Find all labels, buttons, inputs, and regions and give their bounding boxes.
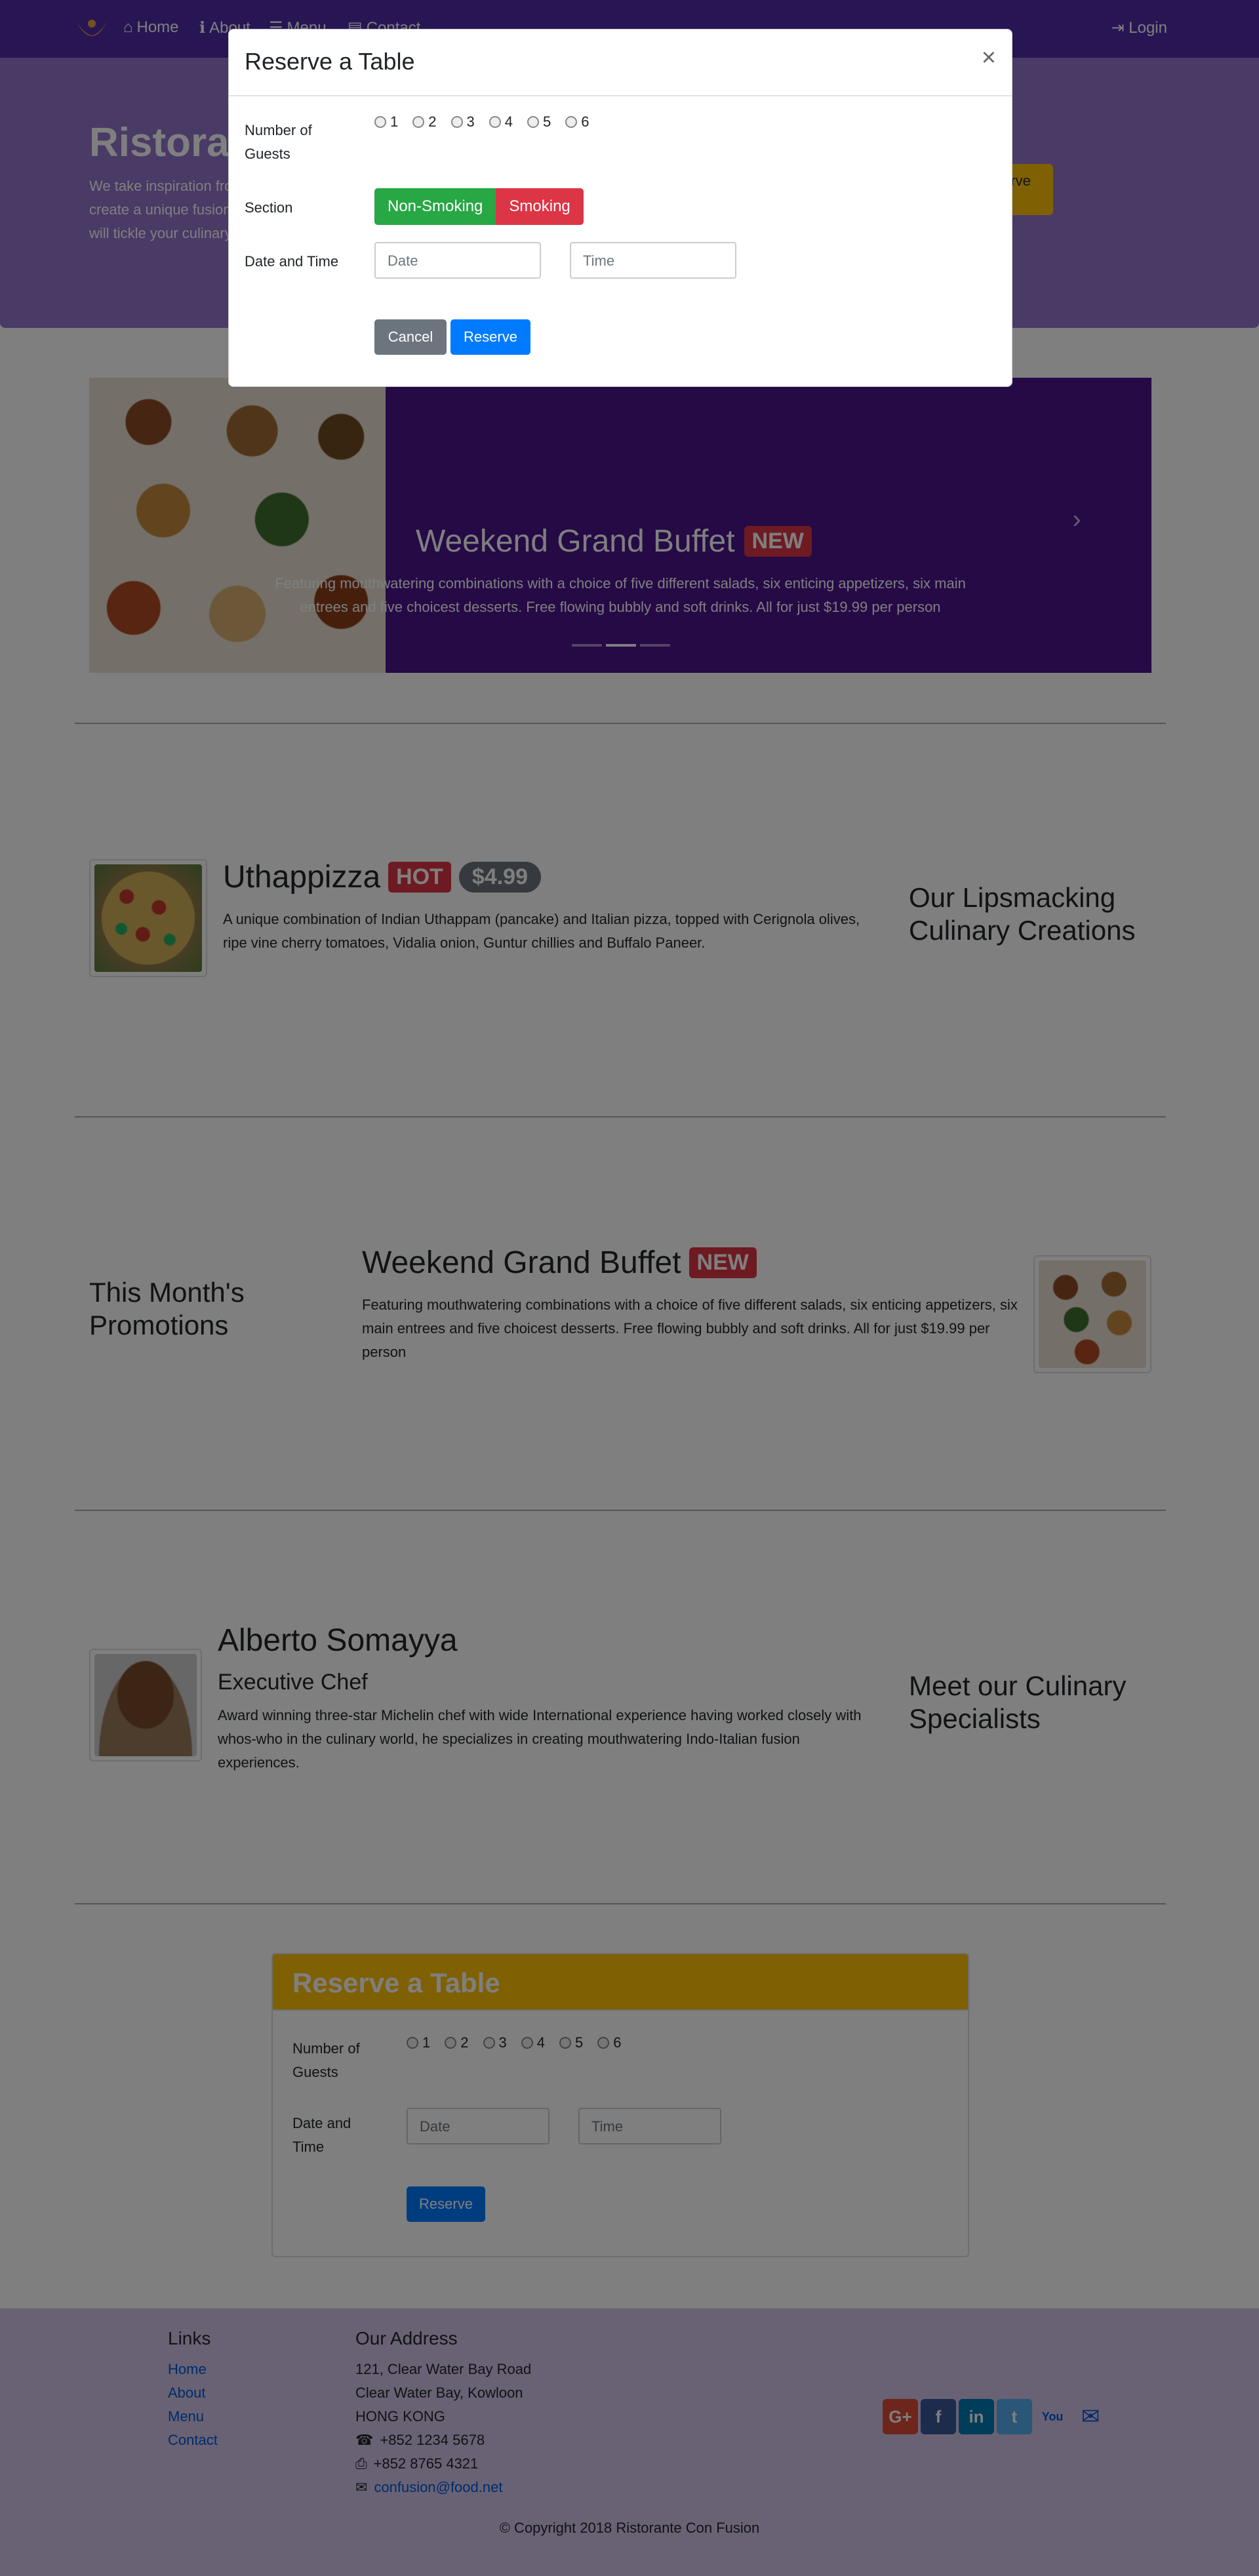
modal-reserve-button[interactable]: Reserve bbox=[450, 319, 530, 355]
radio-icon bbox=[489, 116, 501, 128]
modal-guest-radio-1[interactable]: 1 bbox=[374, 113, 398, 131]
modal-guest-radio-2[interactable]: 2 bbox=[412, 113, 437, 131]
close-icon[interactable]: × bbox=[982, 44, 996, 72]
modal-guest-radio-4[interactable]: 4 bbox=[489, 113, 513, 131]
modal-guests-label: Number of Guests bbox=[245, 122, 312, 162]
radio-icon bbox=[527, 116, 539, 128]
radio-icon bbox=[565, 116, 578, 128]
modal-cancel-button[interactable]: Cancel bbox=[374, 319, 447, 355]
modal-guests-radio-group: 1 2 3 4 5 6 bbox=[374, 113, 590, 131]
modal-date-input[interactable]: Date bbox=[374, 242, 541, 279]
modal-datetime-label: Date and Time bbox=[245, 253, 339, 270]
reserve-modal: Reserve a Table × Number of Guests 1 2 3… bbox=[228, 29, 1012, 387]
modal-guest-radio-5[interactable]: 5 bbox=[527, 113, 551, 131]
modal-header: Reserve a Table × bbox=[229, 30, 1012, 96]
non-smoking-option[interactable]: Non-Smoking bbox=[374, 188, 496, 225]
modal-title: Reserve a Table bbox=[245, 48, 415, 75]
modal-guest-radio-3[interactable]: 3 bbox=[450, 113, 475, 131]
modal-guest-radio-6[interactable]: 6 bbox=[565, 113, 590, 131]
radio-icon bbox=[412, 116, 425, 128]
radio-icon bbox=[374, 116, 386, 128]
section-toggle-group: Non-Smoking Smoking bbox=[374, 188, 584, 225]
modal-time-input[interactable]: Time bbox=[570, 242, 736, 279]
smoking-option[interactable]: Smoking bbox=[496, 188, 584, 225]
radio-icon bbox=[450, 116, 463, 128]
modal-section-label: Section bbox=[245, 199, 293, 216]
